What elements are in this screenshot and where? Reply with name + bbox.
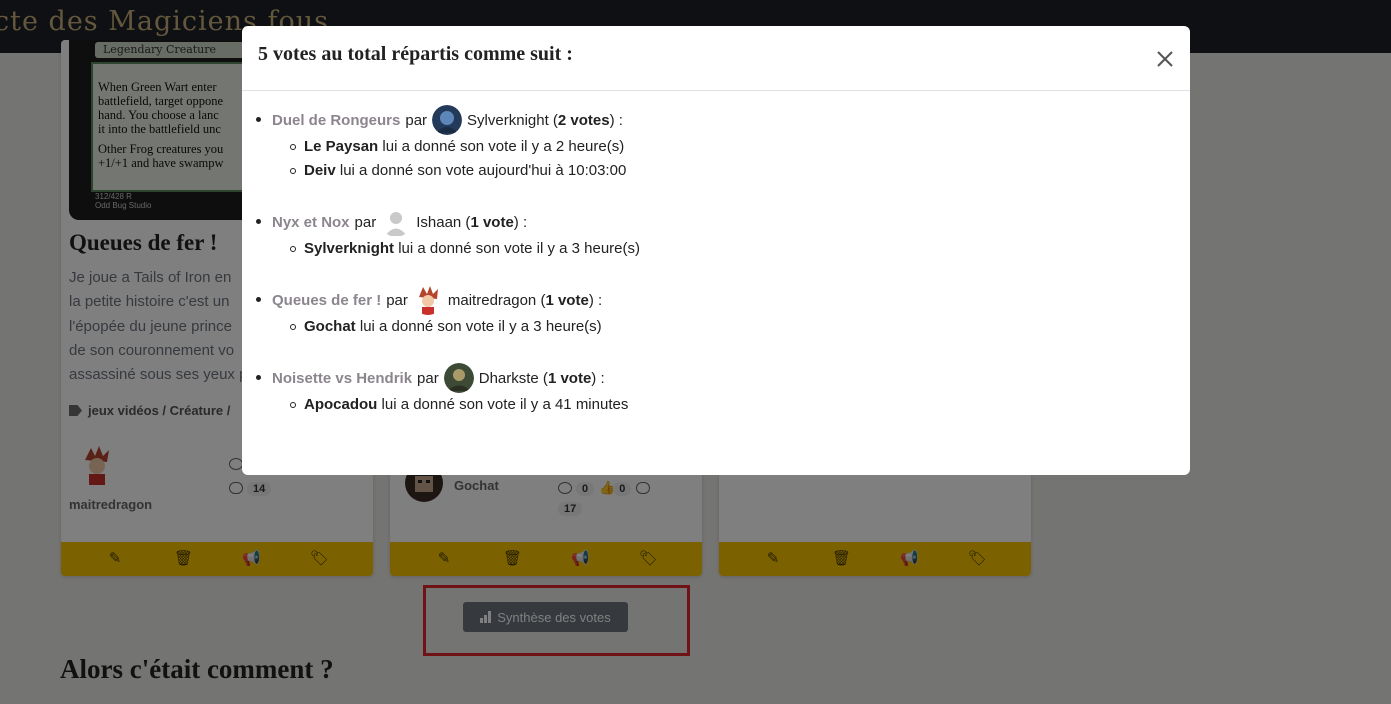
author-name: Sylverknight xyxy=(467,111,549,129)
vote-group-header: Nyx et Nox par Ishaan (1 vote) : xyxy=(256,207,640,237)
vote-count: 1 vote xyxy=(547,369,592,387)
voter-list: Sylverknight lui a donné son vote il y a… xyxy=(272,237,640,261)
voter-list: Gochat lui a donné son vote il y a 3 heu… xyxy=(272,315,602,339)
author-avatar[interactable] xyxy=(432,105,463,135)
vote-group: Queues de fer ! par maitredragon (1 vote… xyxy=(256,285,602,339)
voter-name: Gochat xyxy=(304,318,356,335)
voter-name: Le Paysan xyxy=(304,138,379,155)
voter-item: Sylverknight lui a donné son vote il y a… xyxy=(290,237,641,261)
bullet xyxy=(256,375,261,380)
default-avatar-icon[interactable] xyxy=(381,207,411,237)
voter-item: Le Paysan lui a donné son vote il y a 2 … xyxy=(290,135,626,159)
vote-group: Noisette vs Hendrik par Dharkste (1 vote… xyxy=(256,363,628,417)
voter-text: lui a donné son vote il y a 3 heure(s) xyxy=(398,240,641,257)
modal-header: 5 votes au total répartis comme suit : xyxy=(242,26,1190,91)
bullet xyxy=(256,117,261,122)
vote-count: 1 vote xyxy=(470,213,514,231)
close-icon xyxy=(1157,51,1173,67)
voter-name: Deiv xyxy=(304,162,336,179)
vote-group-header: Duel de Rongeurs par Sylverknight (2 vot… xyxy=(256,105,626,135)
entry-link[interactable]: Duel de Rongeurs xyxy=(272,112,400,129)
par-text: par xyxy=(417,369,439,387)
author-name: Dharkste xyxy=(478,369,539,387)
author-avatar[interactable] xyxy=(443,363,474,393)
modal-title: 5 votes au total répartis comme suit : xyxy=(258,43,573,65)
voter-text: lui a donné son vote il y a 3 heure(s) xyxy=(359,318,602,335)
entry-link[interactable]: Queues de fer ! xyxy=(272,292,381,309)
vote-group: Nyx et Nox par Ishaan (1 vote) : Sylverk… xyxy=(256,207,640,261)
voter-list: Apocadou lui a donné son vote il y a 41 … xyxy=(272,393,628,417)
voter-item: Gochat lui a donné son vote il y a 3 heu… xyxy=(290,315,602,339)
voter-text: lui a donné son vote il y a 41 minutes xyxy=(381,396,629,413)
voter-item: Deiv lui a donné son vote aujourd'hui à … xyxy=(290,159,627,183)
bullet xyxy=(256,219,261,224)
author-name: maitredragon xyxy=(447,291,537,309)
par-text: par xyxy=(354,213,377,231)
par-text: par xyxy=(405,111,428,129)
vote-summary-modal: 5 votes au total répartis comme suit : D… xyxy=(242,26,1190,475)
entry-link[interactable]: Noisette vs Hendrik xyxy=(272,370,412,387)
voter-name: Sylverknight xyxy=(304,240,395,257)
bullet xyxy=(256,297,261,302)
entry-link[interactable]: Nyx et Nox xyxy=(272,214,350,231)
author-name: Ishaan xyxy=(416,213,462,231)
voter-name: Apocadou xyxy=(304,396,378,413)
voter-list: Le Paysan lui a donné son vote il y a 2 … xyxy=(272,135,626,183)
vote-group: Duel de Rongeurs par Sylverknight (2 vot… xyxy=(256,105,626,183)
vote-count: 1 vote xyxy=(545,291,589,309)
voter-text: lui a donné son vote il y a 2 heure(s) xyxy=(382,138,625,155)
close-button[interactable] xyxy=(1152,46,1178,72)
vote-count: 2 votes xyxy=(557,111,610,129)
voter-item: Apocadou lui a donné son vote il y a 41 … xyxy=(290,393,629,417)
vote-group-header: Queues de fer ! par maitredragon (1 vote… xyxy=(256,285,602,315)
author-avatar[interactable] xyxy=(413,285,443,315)
vote-group-header: Noisette vs Hendrik par Dharkste (1 vote… xyxy=(256,363,628,393)
voter-text: lui a donné son vote aujourd'hui à 10:03… xyxy=(339,162,627,179)
par-text: par xyxy=(386,291,408,309)
